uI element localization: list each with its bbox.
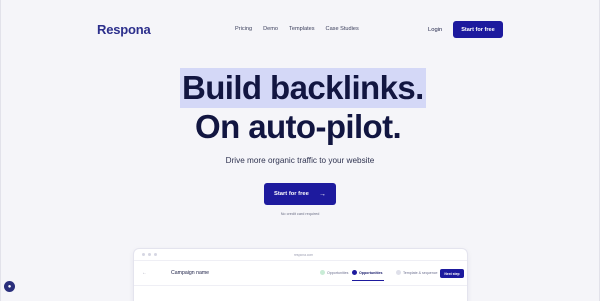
- step-2-active[interactable]: Opportunities: [352, 270, 383, 275]
- login-link[interactable]: Login: [428, 27, 442, 33]
- start-for-free-header-button[interactable]: Start for free: [453, 21, 503, 38]
- campaign-name: Campaign name: [171, 270, 210, 276]
- window-dot-icon: [148, 253, 151, 256]
- divider: [134, 285, 467, 286]
- step-status-icon: [352, 270, 357, 275]
- hero-headline-line2: On auto-pilot.: [195, 108, 402, 145]
- main-nav: Pricing Demo Templates Case Studies: [235, 26, 359, 32]
- nav-item-case-studies[interactable]: Case Studies: [326, 26, 359, 32]
- cta-label: Start for free: [274, 191, 309, 197]
- step-1[interactable]: Opportunities: [320, 270, 348, 275]
- nav-item-pricing[interactable]: Pricing: [235, 26, 252, 32]
- active-step-underline: [352, 280, 384, 281]
- hero-headline-line1: Build backlinks.: [180, 68, 426, 108]
- cookie-settings-icon[interactable]: ●: [4, 281, 15, 292]
- step-3[interactable]: Template & sequence: [396, 270, 438, 275]
- window-dot-icon: [154, 253, 157, 256]
- next-step-button[interactable]: Next step: [440, 269, 464, 278]
- preview-titlebar: respona.com: [134, 249, 467, 261]
- step-status-icon: [396, 270, 401, 275]
- no-credit-card-note: No credit card required: [280, 212, 320, 216]
- window-dot-icon: [142, 253, 145, 256]
- arrow-right-icon: →: [319, 190, 326, 198]
- preview-campaign-bar: ← Campaign name Opportunities Opportunit…: [134, 265, 467, 283]
- app-preview-window: respona.com ← Campaign name Opportunitie…: [133, 248, 468, 301]
- start-for-free-hero-button[interactable]: Start for free →: [264, 183, 336, 205]
- hero-subtitle: Drive more organic traffic to your websi…: [225, 156, 375, 165]
- preview-url: respona.com: [294, 253, 314, 257]
- nav-item-templates[interactable]: Templates: [289, 26, 315, 32]
- nav-item-demo[interactable]: Demo: [263, 26, 278, 32]
- back-arrow-icon[interactable]: ←: [142, 270, 147, 276]
- respona-logo[interactable]: Respona: [97, 22, 151, 37]
- step-status-icon: [320, 270, 325, 275]
